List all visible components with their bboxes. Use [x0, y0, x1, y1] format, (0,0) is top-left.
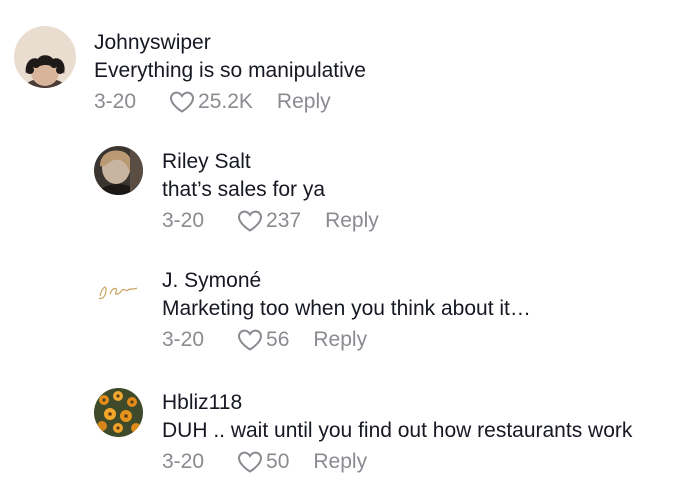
- like-button[interactable]: 50: [236, 448, 289, 476]
- like-count: 50: [266, 450, 290, 473]
- avatar[interactable]: [94, 268, 143, 317]
- comment-date: 3-20: [94, 90, 137, 113]
- user-avatar-curly-hair-icon: [14, 26, 76, 88]
- comment-item: Riley Salt that’s sales for ya 3-20 237 …: [94, 146, 379, 235]
- flower-field-avatar-icon: [94, 388, 143, 437]
- reply-button[interactable]: Reply: [325, 207, 379, 235]
- comment-meta: 3-20 56 Reply: [162, 326, 531, 354]
- avatar[interactable]: [94, 146, 143, 195]
- heart-icon: [238, 210, 263, 232]
- like-button[interactable]: 237: [236, 207, 301, 235]
- comment-meta: 3-20 50 Reply: [162, 448, 632, 476]
- comment-username[interactable]: Johnyswiper: [94, 30, 366, 56]
- comment-date: 3-20: [162, 209, 205, 232]
- heart-icon: [238, 329, 263, 351]
- like-count: 56: [266, 328, 290, 351]
- comment-username[interactable]: Hbliz118: [162, 390, 632, 416]
- heart-icon: [238, 451, 263, 473]
- comment-text: that’s sales for ya: [162, 178, 326, 201]
- comment-content: Hbliz118 DUH .. wait until you find out …: [162, 390, 632, 476]
- reply-button[interactable]: Reply: [313, 448, 367, 476]
- comment-username[interactable]: J. Symoné: [162, 268, 531, 294]
- comment-meta: 3-20 237 Reply: [162, 207, 379, 235]
- comment-text: Everything is so manipulative: [94, 59, 366, 82]
- comment-item: J. Symoné Marketing too when you think a…: [94, 268, 531, 354]
- comment-content: J. Symoné Marketing too when you think a…: [162, 268, 531, 354]
- comment-username[interactable]: Riley Salt: [162, 149, 379, 175]
- like-button[interactable]: 56: [236, 326, 289, 354]
- like-count: 237: [266, 209, 302, 232]
- like-button[interactable]: 25.2K: [168, 88, 253, 116]
- avatar[interactable]: [94, 388, 143, 437]
- comment-text: Marketing too when you think about it…: [162, 297, 531, 320]
- signature-logo-avatar-icon: [94, 268, 143, 317]
- comment-meta: 3-20 25.2K Reply: [94, 88, 366, 116]
- comment-text: DUH .. wait until you find out how resta…: [162, 419, 633, 442]
- reply-button[interactable]: Reply: [313, 326, 367, 354]
- comment-content: Riley Salt that’s sales for ya 3-20 237 …: [162, 149, 379, 235]
- like-count: 25.2K: [198, 90, 253, 113]
- comment-item: Hbliz118 DUH .. wait until you find out …: [94, 388, 632, 476]
- avatar[interactable]: [14, 26, 76, 88]
- comment-date: 3-20: [162, 328, 205, 351]
- comment-content: Johnyswiper Everything is so manipulativ…: [94, 30, 366, 116]
- comment-date: 3-20: [162, 450, 205, 473]
- heart-icon: [170, 91, 195, 113]
- reply-button[interactable]: Reply: [277, 88, 331, 116]
- user-avatar-photo-icon: [94, 146, 143, 195]
- comment-item: Johnyswiper Everything is so manipulativ…: [14, 26, 366, 116]
